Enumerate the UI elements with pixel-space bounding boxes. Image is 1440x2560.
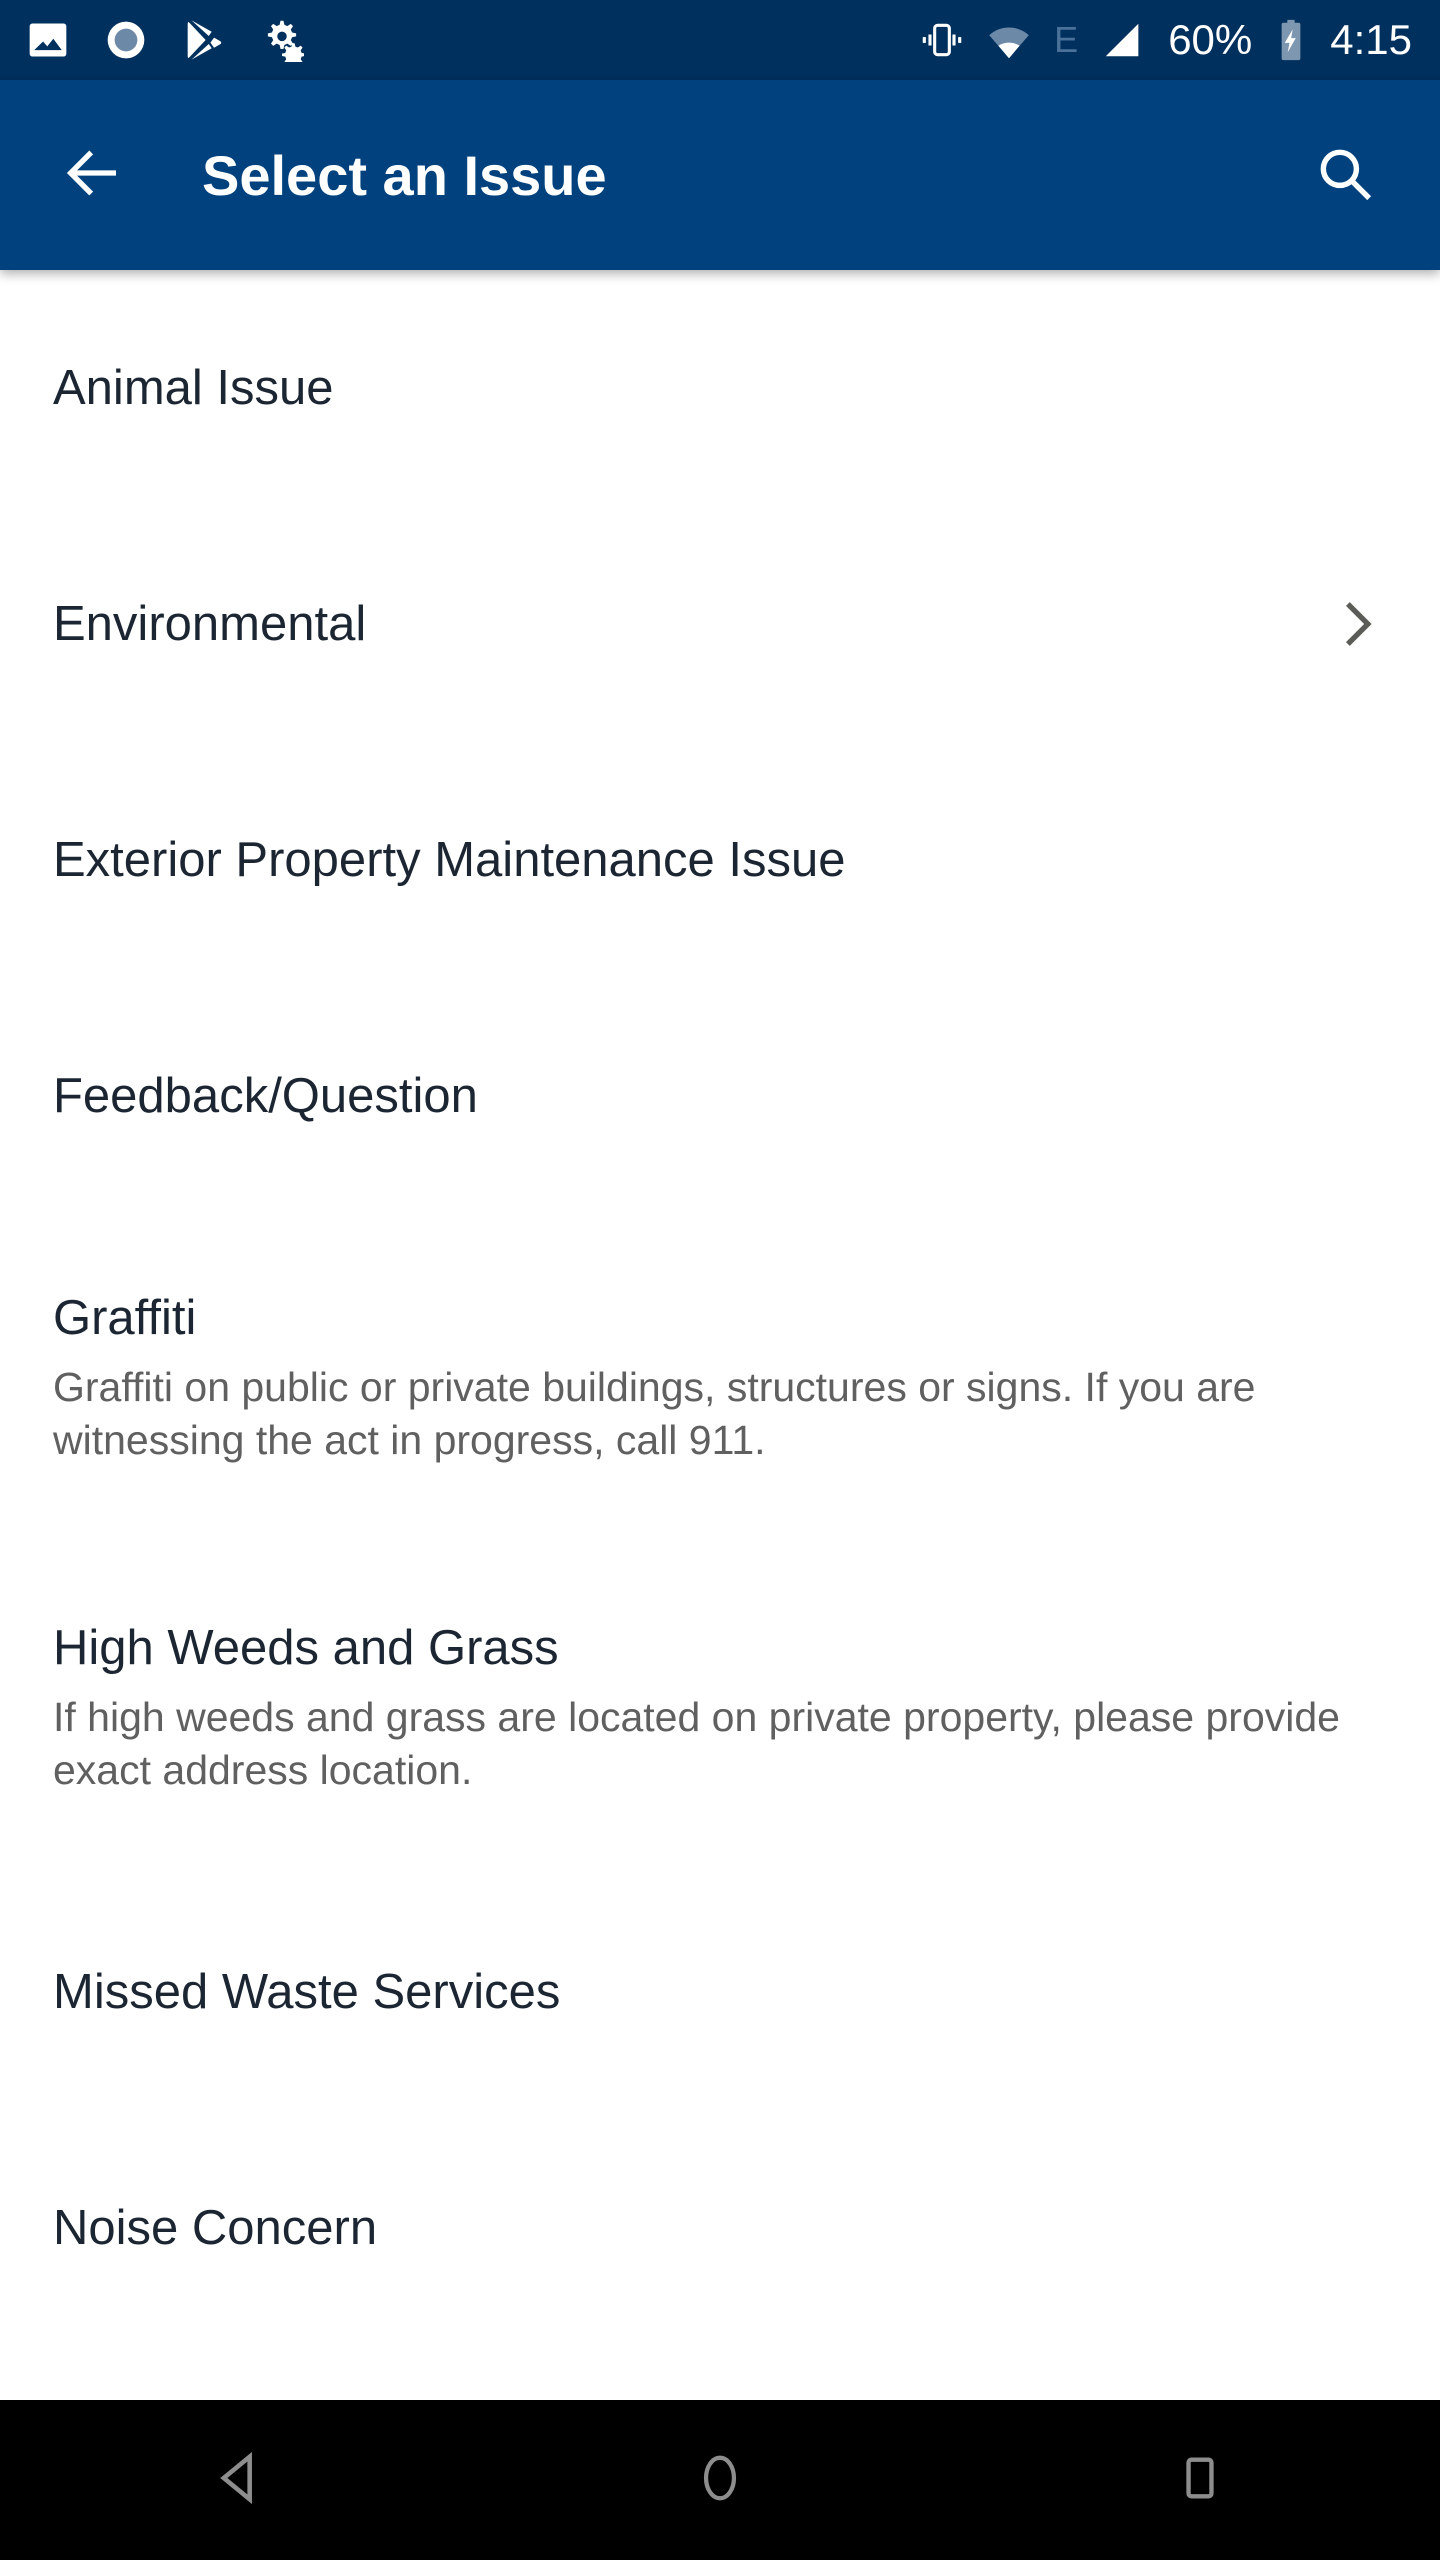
search-button[interactable] <box>1296 127 1392 223</box>
list-item[interactable]: Noise Concern <box>0 2110 1440 2346</box>
back-button[interactable] <box>44 127 140 223</box>
list-item[interactable]: Feedback/Question <box>0 978 1440 1214</box>
nav-recents-button[interactable] <box>1110 2400 1290 2560</box>
list-item-body: Noise Concern <box>53 2110 1392 2346</box>
chevron-right-icon[interactable] <box>1322 589 1392 659</box>
network-type-label: E <box>1054 19 1079 60</box>
nav-back-button[interactable] <box>150 2400 330 2560</box>
battery-charging-icon <box>1274 18 1308 62</box>
wifi-icon <box>986 17 1032 63</box>
list-item-body: Animal Issue <box>53 270 1392 506</box>
list-item-body: Missed Waste Services <box>53 1874 1392 2110</box>
list-item[interactable]: Environmental <box>0 506 1440 742</box>
back-triangle-icon <box>211 2449 269 2512</box>
list-item-body: High Weeds and Grass If high weeds and g… <box>53 1544 1392 1874</box>
status-bar-notification-icons <box>26 18 304 62</box>
vibrate-icon <box>920 18 964 62</box>
list-item-title: Noise Concern <box>53 2200 378 2255</box>
recents-square-icon <box>1175 2453 1225 2508</box>
list-item[interactable]: High Weeds and Grass If high weeds and g… <box>0 1544 1440 1874</box>
list-item-title: Feedback/Question <box>53 1068 478 1123</box>
page-title: Select an Issue <box>202 143 607 207</box>
record-icon <box>104 18 148 62</box>
list-item-body: Exterior Property Maintenance Issue <box>53 742 1392 978</box>
battery-percent-label: 60% <box>1168 16 1253 63</box>
issue-list: Animal Issue Environmental Exterior Prop… <box>0 270 1440 2400</box>
list-item-title: Animal Issue <box>53 360 334 415</box>
list-item-title: High Weeds and Grass <box>53 1621 559 1676</box>
list-item-title: Graffiti <box>53 1291 197 1346</box>
status-bar-system-icons: E 60% 4:15 <box>920 17 1412 63</box>
clock-label: 4:15 <box>1330 16 1412 63</box>
nav-home-button[interactable] <box>630 2400 810 2560</box>
signal-icon <box>1100 17 1146 63</box>
list-item-body: Feedback/Question <box>53 978 1392 1214</box>
app-bar: Select an Issue <box>0 80 1440 270</box>
list-item-description: Graffiti on public or private buildings,… <box>53 1364 1256 1464</box>
list-item-title: Environmental <box>53 596 367 651</box>
list-item-body: Environmental <box>53 506 1322 742</box>
list-item[interactable]: Missed Waste Services <box>0 1874 1440 2110</box>
search-icon <box>1313 142 1375 209</box>
list-item[interactable]: Graffiti Graffiti on public or private b… <box>0 1214 1440 1544</box>
status-bar: E 60% 4:15 <box>0 0 1440 80</box>
image-icon <box>26 18 70 62</box>
list-item-description: If high weeds and grass are located on p… <box>53 1694 1340 1794</box>
android-navigation-bar <box>0 2400 1440 2560</box>
home-circle-icon <box>693 2451 747 2510</box>
play-store-icon <box>182 18 226 62</box>
back-arrow-icon <box>60 141 124 210</box>
list-item-body: Graffiti Graffiti on public or private b… <box>53 1214 1392 1544</box>
phone-screen: E 60% 4:15 Select an Issue Animal Issue … <box>0 0 1440 2560</box>
list-item[interactable]: Exterior Property Maintenance Issue <box>0 742 1440 978</box>
settings-gear-icon <box>260 18 304 62</box>
list-item-title: Exterior Property Maintenance Issue <box>53 832 846 887</box>
list-item[interactable]: Animal Issue <box>0 270 1440 506</box>
list-item-title: Missed Waste Services <box>53 1964 561 2019</box>
